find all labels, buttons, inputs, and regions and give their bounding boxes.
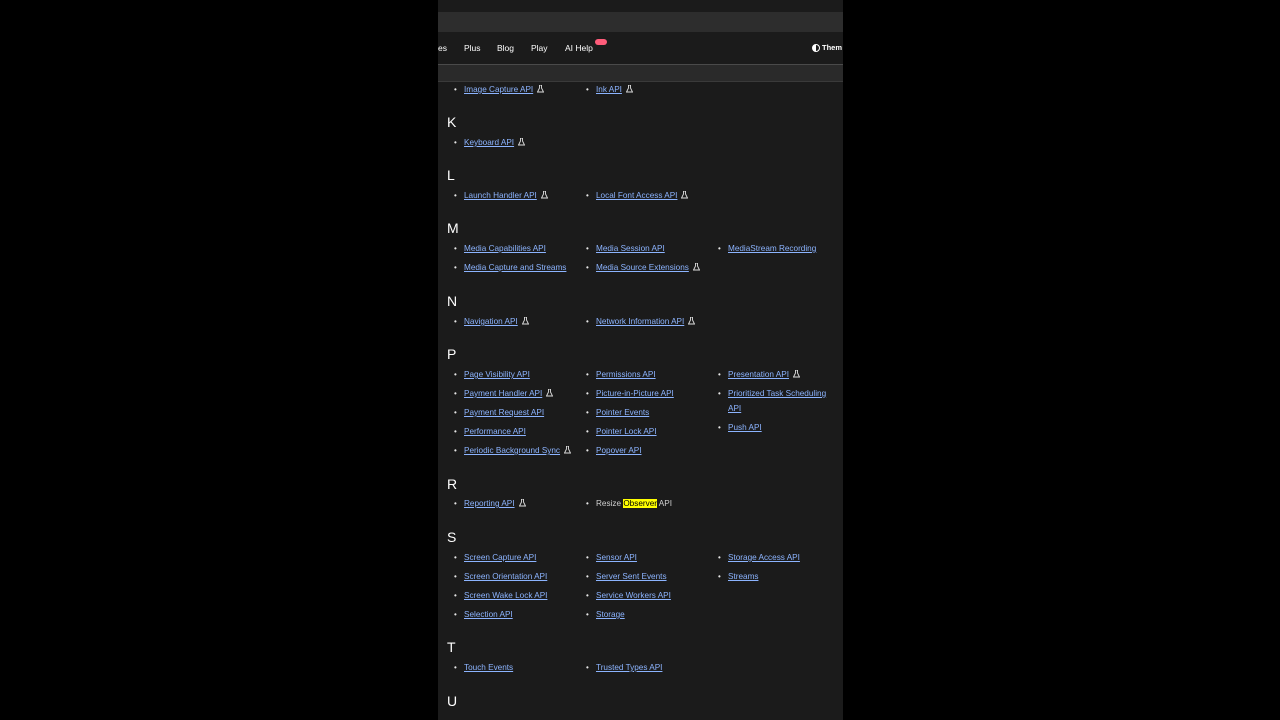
list-item[interactable]: • Media Session API [586,244,665,254]
list-item[interactable]: • Screen Wake Lock API [454,591,547,601]
theme-toggle-button[interactable]: Them [812,43,842,52]
list-item[interactable]: • Periodic Background Sync [454,446,572,456]
list-item[interactable]: • Media Capabilities API [454,244,546,254]
list-item[interactable]: • Pointer Events [586,408,649,418]
list-item[interactable]: • Storage Access API [718,553,800,563]
search-highlight: Observer [623,499,657,508]
flask-icon [688,317,696,325]
section-letter: R [447,476,458,492]
nav-item-ai-help[interactable]: AI Help [565,43,593,53]
flask-icon [681,191,689,199]
nav-item-partial[interactable]: es [438,43,447,53]
theme-label: Them [822,43,843,52]
list-item[interactable]: • Network Information API [586,317,696,327]
list-item[interactable]: • Payment Handler API [454,389,554,399]
list-item[interactable]: • Selection API [454,610,513,620]
api-index-list: • Image Capture API • Ink API K • Keyboard … [438,82,843,720]
section-letter: S [447,529,457,545]
list-item-continued[interactable]: API [728,404,741,414]
list-item[interactable]: • Media Source Extensions [586,263,700,273]
list-item[interactable]: • MediaStream Recording [718,244,816,254]
list-item[interactable]: • Sensor API [586,553,637,563]
section-letter: M [447,220,459,236]
list-item[interactable]: • Payment Request API [454,408,544,418]
list-item[interactable]: • Pointer Lock API [586,427,657,437]
list-item[interactable]: • Reporting API [454,499,526,509]
list-item[interactable]: • Navigation API [454,317,529,327]
list-item[interactable]: • Keyboard API [454,138,526,148]
flask-icon [564,446,572,454]
flask-icon [537,85,545,93]
list-item[interactable]: • Media Capture and Streams [454,263,566,273]
list-item[interactable]: • Streams [718,572,758,582]
theme-toggle-icon [812,43,820,52]
list-item[interactable]: • Prioritized Task Scheduling [718,389,826,399]
section-letter: K [447,114,457,130]
list-item[interactable]: • Ink API [586,85,633,95]
list-item[interactable]: • Touch Events [454,663,513,673]
list-item[interactable]: • Page Visibility API [454,370,530,380]
flask-icon [518,138,526,146]
list-item[interactable]: • Launch Handler API [454,191,548,201]
flask-icon [546,389,554,397]
flask-icon [521,317,529,325]
browser-toolbar [438,12,843,32]
list-item[interactable]: • Permissions API [586,370,656,380]
list-item-current[interactable]: • Resize Observer API [586,499,672,509]
secondary-toolbar [438,64,843,82]
section-letter: U [447,693,458,709]
flask-icon [540,191,548,199]
section-letter: P [447,346,457,362]
list-item[interactable]: • Service Workers API [586,591,671,601]
list-item[interactable]: • Local Font Access API [586,191,689,201]
section-letter: N [447,293,458,309]
nav-item-play[interactable]: Play [531,43,548,53]
section-letter: L [447,167,455,183]
new-badge [595,39,607,45]
list-item[interactable]: • Storage [586,610,625,620]
list-item[interactable]: • Performance API [454,427,526,437]
list-item[interactable]: • Popover API [586,446,642,456]
window-top-strip [438,0,843,12]
list-item[interactable]: • Presentation API [718,370,800,380]
flask-icon [625,85,633,93]
list-item[interactable]: • Picture-in-Picture API [586,389,674,399]
list-item[interactable]: • Image Capture API [454,85,545,95]
list-item[interactable]: • Screen Orientation API [454,572,547,582]
browser-viewport: es Plus Blog Play AI Help Them • Image Ca… [438,0,843,720]
list-item[interactable]: • Screen Capture API [454,553,536,563]
nav-item-plus[interactable]: Plus [464,43,481,53]
nav-item-blog[interactable]: Blog [497,43,514,53]
section-letter: T [447,639,456,655]
list-item[interactable]: • Server Sent Events [586,572,667,582]
flask-icon [692,263,700,271]
list-item[interactable]: • Trusted Types API [586,663,662,673]
site-navbar: es Plus Blog Play AI Help Them [438,32,843,64]
list-item[interactable]: • Push API [718,423,762,433]
flask-icon [793,370,800,378]
flask-icon [518,499,526,507]
